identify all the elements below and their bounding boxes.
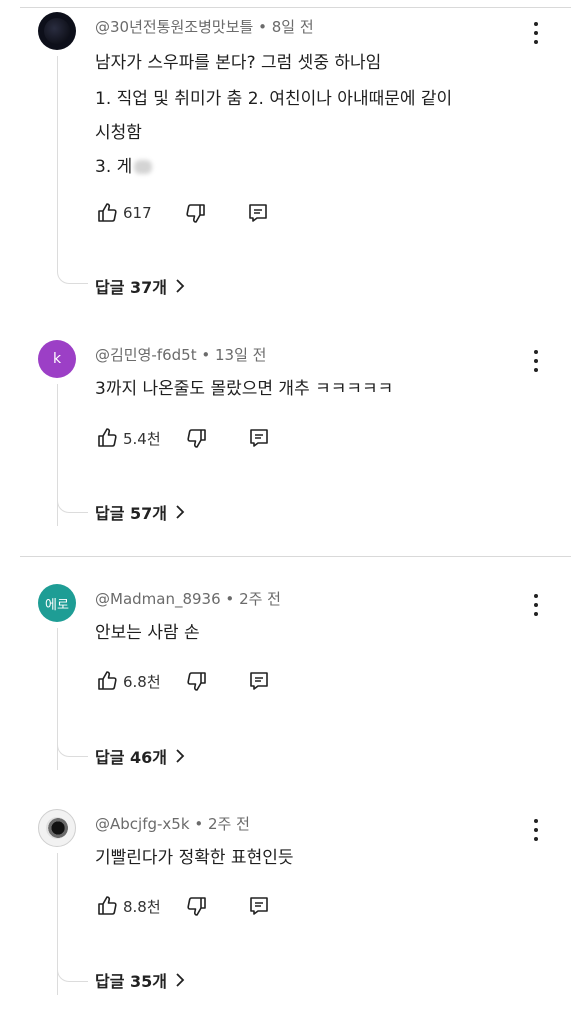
reply-icon[interactable] <box>246 201 270 225</box>
more-vert-icon[interactable] <box>528 819 544 841</box>
comment-text-line-wrap: 3. 게 <box>95 152 153 177</box>
avatar[interactable] <box>38 809 76 847</box>
thumbs-down-icon[interactable] <box>184 201 208 225</box>
thread-curve <box>57 498 88 513</box>
comment-time[interactable]: 8일 전 <box>272 18 314 36</box>
chevron-right-icon <box>176 749 185 763</box>
like-count: 5.4천 <box>123 429 161 448</box>
comment-text-line: 1. 직업 및 취미가 춤 2. 여친이나 아내때문에 같이 <box>95 89 453 109</box>
replies-link[interactable]: 답글 57개 <box>95 500 185 524</box>
replies-link[interactable]: 답글 35개 <box>95 968 185 992</box>
comment-actions: 617 <box>95 201 270 225</box>
like-count: 617 <box>123 204 152 222</box>
comment-handle[interactable]: @Madman_8936 <box>95 590 221 608</box>
comment-text-line: 시청함 <box>95 123 142 143</box>
meta-separator: • <box>194 815 204 833</box>
replies-label: 답글 57개 <box>95 504 167 523</box>
comment-handle[interactable]: @김민영-f6d5t <box>95 346 197 364</box>
like-count: 6.8천 <box>123 672 161 691</box>
comment-text-line: 기빨린다가 정확한 표현인듯 <box>95 848 294 868</box>
comment-actions: 5.4천 <box>95 426 271 450</box>
replies-label: 답글 37개 <box>95 278 167 297</box>
comment-text-line: 3. 게 <box>95 157 133 177</box>
thumbs-up-icon[interactable] <box>95 669 119 693</box>
replies-label: 답글 35개 <box>95 972 167 991</box>
avatar-letter: k <box>52 351 62 367</box>
meta-separator: • <box>258 18 267 36</box>
like-count: 8.8천 <box>123 897 161 916</box>
comment-actions: 6.8천 <box>95 669 271 693</box>
thumbs-up-icon[interactable] <box>95 201 119 225</box>
thumbs-up-icon[interactable] <box>95 894 119 918</box>
chevron-right-icon <box>176 973 185 987</box>
comment-time[interactable]: 2주 전 <box>239 590 281 608</box>
replies-label: 답글 46개 <box>95 748 167 767</box>
section-divider <box>20 556 571 557</box>
replies-link[interactable]: 답글 46개 <box>95 744 185 768</box>
reply-icon[interactable] <box>247 894 271 918</box>
more-vert-icon[interactable] <box>528 594 544 616</box>
avatar[interactable]: 에로 <box>38 584 76 622</box>
thumbs-up-icon[interactable] <box>95 426 119 450</box>
chevron-right-icon <box>176 505 185 519</box>
thread-line <box>57 56 58 269</box>
thumbs-down-icon[interactable] <box>185 894 209 918</box>
blurred-text <box>134 160 153 174</box>
replies-link[interactable]: 답글 37개 <box>95 274 185 298</box>
thumbs-down-icon[interactable] <box>185 426 209 450</box>
reply-icon[interactable] <box>247 426 271 450</box>
comment-meta: @Abcjfg-x5k • 2주 전 <box>95 813 250 834</box>
comment-time[interactable]: 2주 전 <box>208 815 250 833</box>
comment-handle[interactable]: @30년전통원조병맛보틀 <box>95 18 253 36</box>
more-vert-icon[interactable] <box>528 350 544 372</box>
top-divider <box>20 7 571 8</box>
thumbs-down-icon[interactable] <box>185 669 209 693</box>
comment-actions: 8.8천 <box>95 894 271 918</box>
comment-text-line: 안보는 사람 손 <box>95 623 200 643</box>
chevron-right-icon <box>176 279 185 293</box>
comment-meta: @Madman_8936 • 2주 전 <box>95 588 281 609</box>
avatar[interactable] <box>38 12 76 50</box>
thread-curve <box>57 742 88 757</box>
comment-handle[interactable]: @Abcjfg-x5k <box>95 815 190 833</box>
comment-meta: @30년전통원조병맛보틀 • 8일 전 <box>95 16 314 37</box>
meta-separator: • <box>201 346 211 364</box>
thread-curve <box>57 967 88 982</box>
comment-meta: @김민영-f6d5t • 13일 전 <box>95 344 266 365</box>
meta-separator: • <box>225 590 235 608</box>
avatar[interactable]: k <box>38 340 76 378</box>
more-vert-icon[interactable] <box>528 22 544 44</box>
avatar-letter: 에로 <box>45 597 69 613</box>
comment-text-line: 3까지 나온줄도 몰랐으면 개추 ㅋㅋㅋㅋㅋ <box>95 379 394 399</box>
comment-time[interactable]: 13일 전 <box>215 346 266 364</box>
reply-icon[interactable] <box>247 669 271 693</box>
thread-curve <box>57 269 88 284</box>
comment-text-line: 남자가 스우파를 본다? 그럼 셋중 하나임 <box>95 53 382 73</box>
